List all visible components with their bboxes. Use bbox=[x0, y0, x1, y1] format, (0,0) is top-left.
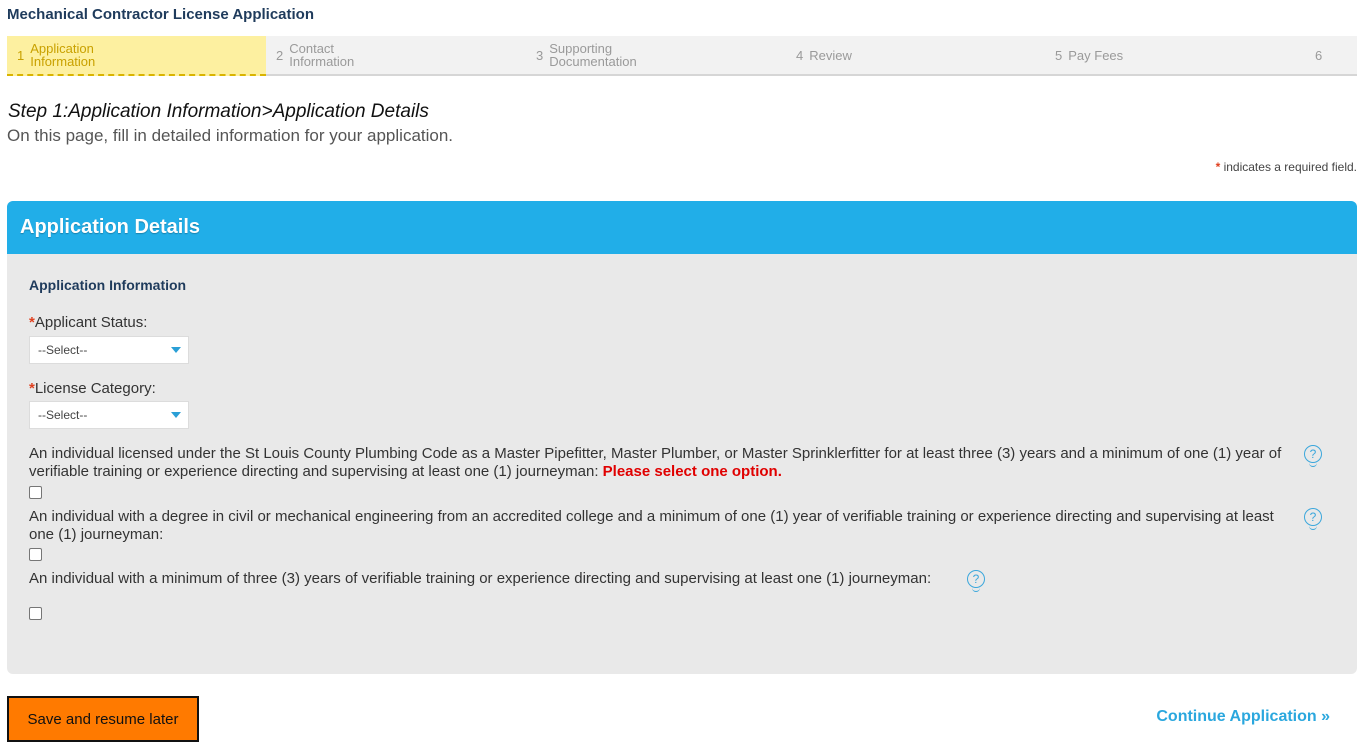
required-note-text: indicates a required field. bbox=[1223, 160, 1357, 174]
step-number: 4 bbox=[796, 47, 804, 63]
step-number: 5 bbox=[1055, 47, 1063, 63]
step-contact-information[interactable]: 2 Contact Information bbox=[266, 36, 525, 74]
chevron-down-icon bbox=[171, 412, 181, 418]
step-number: 1 bbox=[17, 47, 25, 63]
question-engineering-degree-checkbox[interactable] bbox=[29, 548, 42, 561]
section-title: Application Information bbox=[29, 277, 187, 293]
panel-header: Application Details bbox=[7, 201, 1357, 254]
step-6[interactable]: 6 bbox=[1305, 36, 1345, 74]
step-supporting-documentation[interactable]: 3 Supporting Documentation bbox=[526, 36, 785, 74]
license-category-value: --Select-- bbox=[38, 408, 88, 422]
help-icon[interactable]: ? bbox=[1304, 508, 1322, 530]
required-star: * bbox=[1215, 160, 1221, 174]
help-icon[interactable]: ? bbox=[967, 570, 985, 592]
step-label: Application Information bbox=[30, 41, 96, 69]
question-master-licensed: An individual licensed under the St Loui… bbox=[29, 445, 1299, 481]
question-text: An individual with a minimum of three (3… bbox=[29, 570, 932, 587]
step-number: 3 bbox=[536, 47, 544, 63]
step-label: Supporting Documentation bbox=[549, 41, 637, 69]
applicant-status-label: *Applicant Status: bbox=[29, 314, 147, 331]
question-three-years-experience: An individual with a minimum of three (3… bbox=[29, 570, 1299, 588]
step-heading: Step 1:Application Information>Applicati… bbox=[8, 101, 429, 122]
step-pay-fees[interactable]: 5 Pay Fees bbox=[1045, 36, 1304, 74]
question-three-years-experience-checkbox[interactable] bbox=[29, 607, 42, 620]
required-field-note: * indicates a required field. bbox=[1216, 160, 1357, 174]
question-master-licensed-checkbox[interactable] bbox=[29, 486, 42, 499]
error-message: Please select one option. bbox=[602, 463, 782, 480]
license-category-label: *License Category: bbox=[29, 380, 156, 397]
step-label: Review bbox=[809, 47, 852, 63]
applicant-status-select[interactable]: --Select-- bbox=[29, 336, 189, 364]
step-label: Contact Information bbox=[289, 41, 355, 69]
application-details-panel: Application Details Application Informat… bbox=[7, 201, 1357, 674]
question-engineering-degree: An individual with a degree in civil or … bbox=[29, 508, 1289, 544]
help-icon[interactable]: ? bbox=[1304, 445, 1322, 467]
step-application-information[interactable]: 1 Application Information bbox=[7, 36, 266, 76]
page-title: Mechanical Contractor License Applicatio… bbox=[7, 6, 315, 23]
continue-application-link[interactable]: Continue Application » bbox=[1156, 708, 1330, 726]
license-category-label-text: License Category: bbox=[34, 380, 156, 397]
applicant-status-label-text: Applicant Status: bbox=[34, 314, 148, 331]
save-and-resume-later-button[interactable]: Save and resume later bbox=[7, 696, 199, 742]
license-category-select[interactable]: --Select-- bbox=[29, 401, 189, 429]
step-number: 2 bbox=[276, 47, 284, 63]
question-text: An individual with a degree in civil or … bbox=[29, 508, 1274, 543]
applicant-status-value: --Select-- bbox=[38, 343, 88, 357]
progress-stepper: 1 Application Information 2 Contact Info… bbox=[7, 36, 1357, 76]
chevron-down-icon bbox=[171, 347, 181, 353]
step-label: Pay Fees bbox=[1068, 47, 1124, 63]
step-description: On this page, fill in detailed informati… bbox=[7, 126, 454, 145]
step-number: 6 bbox=[1315, 47, 1323, 63]
step-review[interactable]: 4 Review bbox=[786, 36, 1045, 74]
